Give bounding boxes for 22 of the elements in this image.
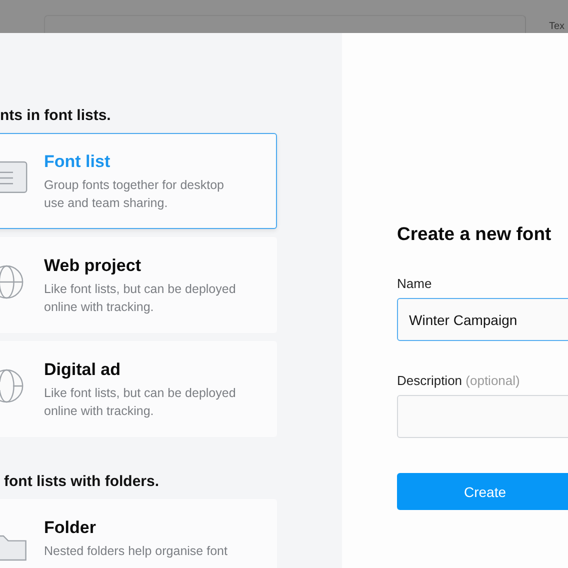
option-card[interactable]: Web project Like font lists, but can be deployed online with tracking. — [0, 237, 277, 333]
card-title: Font list — [44, 152, 112, 172]
option-card[interactable]: Folder Nested folders help organise font — [0, 499, 277, 568]
card-title: Folder — [44, 518, 97, 538]
form-title: Create a new font — [397, 223, 552, 245]
option-card[interactable]: Digital ad Like font lists, but can be deployed online with tracking. — [0, 341, 277, 437]
card-description: Like font lists, but can be deployed online with tracking. — [44, 281, 237, 316]
section-heading: nts in font lists. — [0, 107, 112, 124]
name-field[interactable]: Winter Campaign — [397, 298, 568, 341]
card-description: Nested folders help organise font — [44, 543, 228, 560]
card-description: Like font lists, but can be deployed online with tracking. — [44, 385, 237, 420]
document-icon — [0, 160, 29, 196]
card-title: Digital ad — [44, 360, 122, 380]
description-field[interactable] — [397, 395, 568, 438]
description-label: Description — [397, 373, 462, 388]
background-label: Tex — [549, 21, 565, 32]
optional-hint: (optional) — [466, 373, 520, 388]
card-title: Web project — [44, 256, 142, 276]
name-label: Name — [397, 276, 433, 291]
section-heading: font lists with folders. — [3, 473, 160, 490]
card-description: Group fonts together for desktop use and team sharing. — [44, 177, 225, 212]
option-card[interactable]: Font list Group fonts together for desktop use and team sharing. — [0, 133, 277, 229]
